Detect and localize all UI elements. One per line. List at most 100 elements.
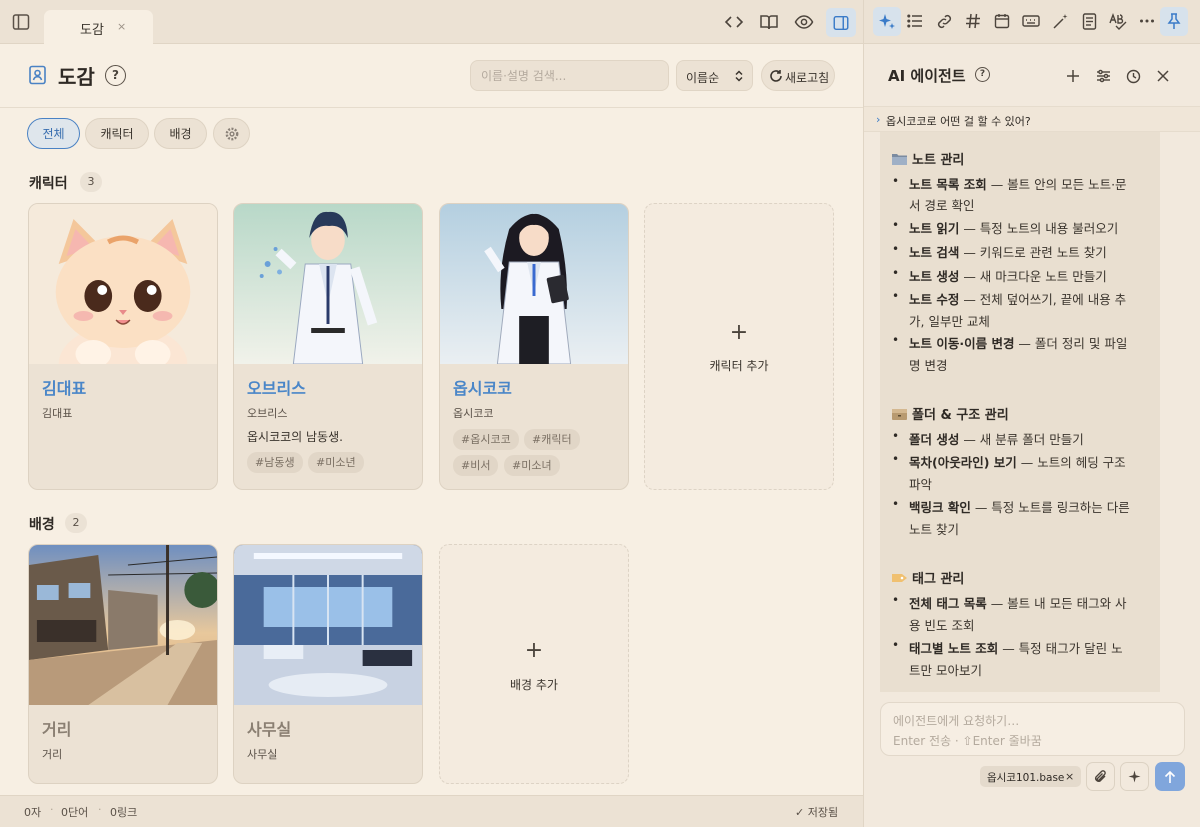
card-name: 옵시코코 xyxy=(453,379,512,398)
tag-icon xyxy=(891,571,908,585)
send-button[interactable] xyxy=(1155,762,1185,791)
sidebar-toggle-icon[interactable] xyxy=(11,12,31,32)
message-item: 노트 생성 — 새 마크다운 노트 만들기 xyxy=(909,269,1107,284)
link-icon[interactable] xyxy=(934,11,954,31)
message-item: 전체 태그 목록 — 볼트 내 모든 태그와 사 xyxy=(909,596,1127,611)
message-scrollbar[interactable] xyxy=(1174,132,1186,692)
char-count: 0자 xyxy=(24,806,42,819)
ai-agent-panel: AI 에이전트 ? › 옵시코코로 어떤 걸 할 수 있어? 노트 관리 • 노… xyxy=(863,0,1200,827)
character-image-cat xyxy=(29,204,217,364)
add-background-button[interactable]: + 배경 추가 xyxy=(439,544,629,784)
suggestion-row[interactable]: › 옵시코코로 어떤 걸 할 수 있어? xyxy=(864,106,1200,132)
book-icon[interactable] xyxy=(758,11,780,33)
sparkle-icon xyxy=(1128,770,1141,783)
separator-dot: · xyxy=(98,803,102,816)
message-section-heading: 태그 관리 xyxy=(891,568,964,587)
message-item: 태그별 노트 조회 — 특정 태그가 달린 노 xyxy=(909,641,1123,656)
help-icon[interactable]: ? xyxy=(105,65,126,86)
file-cabinet-icon xyxy=(891,407,908,421)
magic-wand-icon[interactable] xyxy=(1050,11,1070,31)
agent-message: 노트 관리 • 노트 목록 조회 — 볼트 안의 모든 노트·문 서 경로 확인… xyxy=(880,132,1160,692)
message-item-continued: 가, 일부만 교체 xyxy=(909,314,990,329)
tag[interactable]: #캐릭터 xyxy=(524,429,580,450)
filter-character-button[interactable]: 캐릭터 xyxy=(85,118,149,149)
folder-icon xyxy=(891,152,908,166)
keyboard-icon[interactable] xyxy=(1021,11,1041,31)
page-header: 도감 ? 이름순 새로고침 xyxy=(0,44,863,108)
message-section-heading: 노트 관리 xyxy=(891,149,964,168)
link-count: 0링크 xyxy=(110,806,138,819)
section-title-backgrounds: 배경 xyxy=(29,517,55,533)
bullet: • xyxy=(892,289,900,303)
status-bar: 0자 · 0단어 · 0링크 ✓ 저장됨 xyxy=(0,795,863,827)
character-card[interactable]: 옵시코코 옵시코코 #옵시코코 #캐릭터 #비서 #미소녀 xyxy=(439,203,629,490)
bullet: • xyxy=(892,218,900,232)
attachment-chip[interactable]: 옵시코101.base × xyxy=(980,766,1081,787)
tag[interactable]: #옵시코코 xyxy=(453,429,519,450)
spellcheck-icon[interactable] xyxy=(1108,11,1128,31)
message-item-continued: 노트 찾기 xyxy=(909,522,959,537)
panel-title: AI 에이전트 xyxy=(888,67,966,85)
chat-input-placeholder: 에이전트에게 요청하기… xyxy=(893,714,1020,728)
more-icon[interactable] xyxy=(1137,11,1157,31)
bullet: • xyxy=(892,266,900,280)
tag[interactable]: #비서 xyxy=(453,455,499,476)
sparkle-button[interactable] xyxy=(1120,762,1149,791)
sparkles-icon[interactable] xyxy=(873,7,901,36)
eye-icon[interactable] xyxy=(793,11,815,33)
sliders-icon[interactable] xyxy=(1094,67,1112,85)
message-item: 노트 수정 — 전체 덮어쓰기, 끝에 내용 추 xyxy=(909,292,1127,307)
chat-input-hint: Enter 전송 · ⇧Enter 줄바꿈 xyxy=(893,734,1042,748)
tag[interactable]: #남동생 xyxy=(247,452,303,473)
refresh-button[interactable]: 새로고침 xyxy=(761,60,835,91)
sort-label: 이름순 xyxy=(686,71,720,85)
refresh-icon xyxy=(769,69,783,83)
panel-right-icon[interactable] xyxy=(826,8,856,37)
refresh-label: 새로고침 xyxy=(785,71,830,85)
message-item-continued: 명 변경 xyxy=(909,358,948,373)
gear-button[interactable] xyxy=(213,118,250,149)
tab-dogam[interactable]: 도감 × xyxy=(44,10,153,44)
plus-icon[interactable] xyxy=(1064,67,1082,85)
separator-dot: · xyxy=(50,803,54,816)
tab-close-icon[interactable]: × xyxy=(117,20,126,33)
filter-all-button[interactable]: 전체 xyxy=(27,118,80,149)
search-input[interactable] xyxy=(470,60,669,91)
suggestion-text: 옵시코코로 어떤 걸 할 수 있어? xyxy=(886,115,1031,128)
history-icon[interactable] xyxy=(1124,67,1142,85)
message-item-continued: 서 경로 확인 xyxy=(909,198,975,213)
add-character-button[interactable]: + 캐릭터 추가 xyxy=(644,203,834,490)
close-icon[interactable] xyxy=(1154,67,1172,85)
document-icon[interactable] xyxy=(1079,11,1099,31)
hash-icon[interactable] xyxy=(963,11,983,31)
bullet: • xyxy=(892,242,900,256)
tag[interactable]: #미소년 xyxy=(308,452,364,473)
message-item: 폴더 생성 — 새 분류 폴더 만들기 xyxy=(909,432,1084,447)
remove-attachment-icon[interactable]: × xyxy=(1065,770,1074,783)
sort-select[interactable]: 이름순 xyxy=(676,60,753,91)
character-image-aubris xyxy=(234,204,422,364)
save-status: ✓ 저장됨 xyxy=(795,806,839,819)
filter-background-button[interactable]: 배경 xyxy=(154,118,207,149)
plus-icon: + xyxy=(524,638,544,663)
chevron-updown-icon xyxy=(734,70,744,82)
bullet: • xyxy=(892,429,900,443)
background-card[interactable]: 거리 거리 xyxy=(28,544,218,784)
background-card[interactable]: 사무실 사무실 xyxy=(233,544,423,784)
bullet: • xyxy=(892,333,900,347)
message-item: 노트 읽기 — 특정 노트의 내용 불러오기 xyxy=(909,221,1119,236)
attach-button[interactable] xyxy=(1086,762,1115,791)
code-icon[interactable] xyxy=(723,11,745,33)
tag[interactable]: #미소녀 xyxy=(504,455,560,476)
character-card[interactable]: 김대표 김대표 xyxy=(28,203,218,490)
bullet: • xyxy=(892,593,900,607)
character-card[interactable]: 오브리스 오브리스 옵시코코의 남동생. #남동생 #미소년 xyxy=(233,203,423,490)
chat-input[interactable]: 에이전트에게 요청하기… Enter 전송 · ⇧Enter 줄바꿈 xyxy=(880,702,1185,756)
list-icon[interactable] xyxy=(905,11,925,31)
section-title-characters: 캐릭터 xyxy=(29,176,68,192)
character-image-obsicoco xyxy=(440,204,628,364)
gear-icon xyxy=(224,126,240,142)
calendar-icon[interactable] xyxy=(992,11,1012,31)
pin-icon[interactable] xyxy=(1160,7,1188,36)
help-icon[interactable]: ? xyxy=(975,67,990,82)
